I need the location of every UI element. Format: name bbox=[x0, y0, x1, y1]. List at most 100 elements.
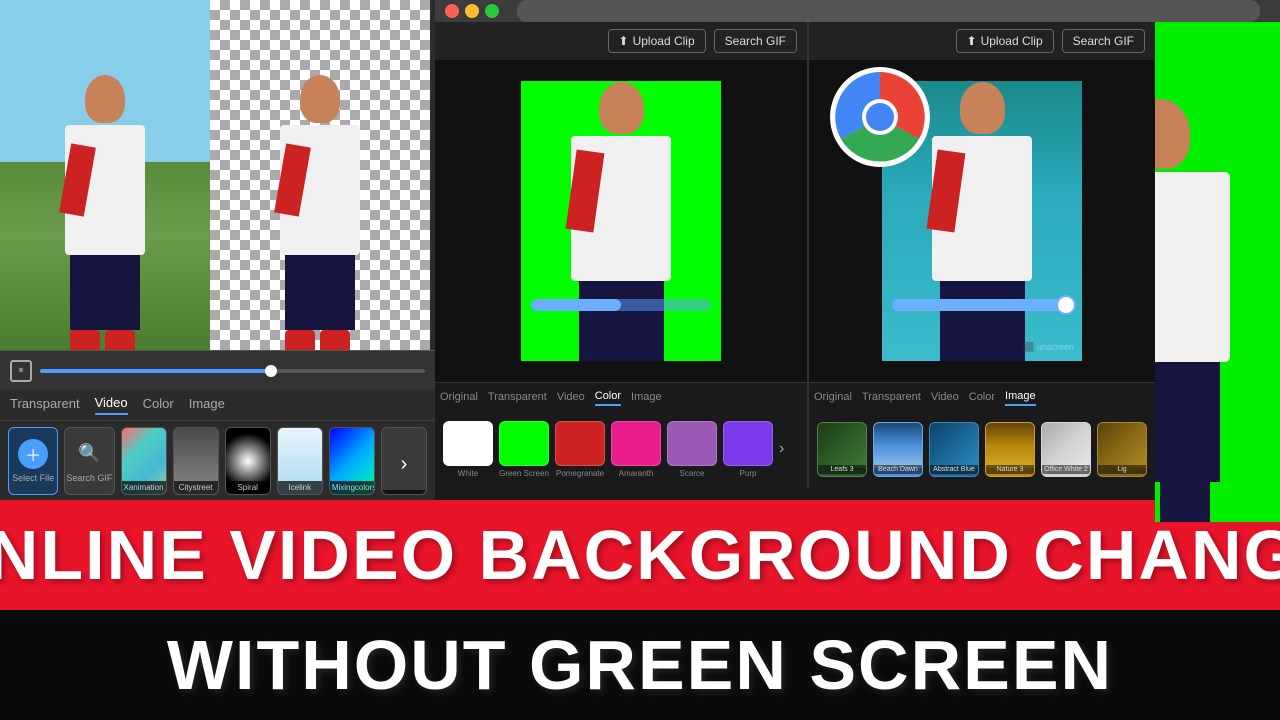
browser-window-controls bbox=[445, 4, 499, 18]
swatch-leafs3[interactable]: Leafs 3 bbox=[817, 422, 867, 477]
close-btn[interactable] bbox=[445, 4, 459, 18]
tab-transparent[interactable]: Transparent bbox=[10, 396, 80, 414]
swatch-lig-img bbox=[1098, 423, 1146, 468]
swatch-beachdawn-label: Beach Dawn bbox=[874, 465, 922, 474]
swatch-amaranth-color[interactable] bbox=[611, 421, 661, 466]
video-progress-left bbox=[531, 299, 711, 311]
black-banner: WITHOUT GREEN SCREEN bbox=[0, 610, 1280, 720]
thumbnail-icelink[interactable]: Icelink bbox=[277, 427, 323, 495]
thumbnail-label: Xanimation bbox=[122, 481, 166, 494]
swatch-amaranth-label: Amaranth bbox=[619, 469, 654, 478]
btab-video-left[interactable]: Video bbox=[557, 391, 585, 405]
right-green-panel bbox=[1155, 22, 1280, 522]
swatch-scarce-label: Scarce bbox=[680, 469, 705, 478]
swatch-nature3-label: Nature 3 bbox=[986, 465, 1034, 474]
browser-content-area: ⬆ Upload Clip Search GIF bbox=[435, 22, 1280, 522]
swatch-beachdawn-img bbox=[874, 423, 922, 468]
browser-section: ⬆ Upload Clip Search GIF bbox=[435, 0, 1280, 500]
swatch-officewhite2-img bbox=[1042, 423, 1090, 468]
search-gif-button[interactable]: 🔍 Search GIF bbox=[64, 427, 114, 495]
address-bar[interactable] bbox=[517, 0, 1260, 22]
upload-icon-right: ⬆ bbox=[967, 34, 977, 48]
preview-transparent bbox=[210, 0, 430, 350]
thumbnail-mixingcolors[interactable]: Mixingcolors bbox=[329, 427, 375, 495]
maximize-btn[interactable] bbox=[485, 4, 499, 18]
scrubber-fill bbox=[40, 369, 271, 373]
btab-image-left[interactable]: Image bbox=[631, 391, 662, 405]
browser-top-bar bbox=[435, 0, 1280, 22]
swatch-pomegranate-color[interactable] bbox=[555, 421, 605, 466]
thumbnail-label: Citystreet bbox=[174, 481, 218, 494]
tab-video[interactable]: Video bbox=[95, 395, 128, 415]
swatch-pomegranate: Pomegranate bbox=[555, 421, 605, 478]
swatch-abstractblue-label: Abstract Blue bbox=[930, 465, 978, 474]
swatches-next-arrow[interactable]: › bbox=[779, 440, 799, 460]
chrome-logo-svg bbox=[825, 62, 935, 172]
search-gif-label: Search GIF bbox=[66, 473, 112, 483]
swatch-leafs3-img bbox=[818, 423, 866, 468]
red-banner-text: ONLINE VIDEO BACKGROUND CHANGE bbox=[0, 515, 1280, 595]
thumbnail-label: Icelink bbox=[278, 481, 322, 494]
progress-thumb-right bbox=[1056, 295, 1076, 315]
upload-clip-button-right[interactable]: ⬆ Upload Clip bbox=[956, 29, 1054, 53]
swatch-lig[interactable]: Lig bbox=[1097, 422, 1147, 477]
swatch-leafs3-label: Leafs 3 bbox=[818, 465, 866, 474]
chrome-logo-overlay bbox=[825, 62, 935, 172]
swatch-white-color[interactable] bbox=[443, 421, 493, 466]
thumbnail-more[interactable]: › bbox=[381, 427, 427, 495]
swatch-lig-label: Lig bbox=[1098, 465, 1146, 474]
pause-button[interactable]: ⏸ bbox=[10, 360, 32, 382]
swatch-abstractblue[interactable]: Abstract Blue bbox=[929, 422, 979, 477]
btab-transparent-left[interactable]: Transparent bbox=[488, 391, 547, 405]
thumbnail-xanimation[interactable]: Xanimation bbox=[121, 427, 167, 495]
search-gif-button-right[interactable]: Search GIF bbox=[1062, 29, 1145, 53]
video-progress-fill-left bbox=[531, 299, 621, 311]
swatch-officewhite2-label: Office White 2 bbox=[1042, 465, 1090, 474]
color-swatches: White Green Screen Pomegranate Amaranth bbox=[435, 412, 807, 487]
btab-color-right[interactable]: Color bbox=[969, 391, 995, 405]
btab-transparent-right[interactable]: Transparent bbox=[862, 391, 921, 405]
unscreen-watermark: ⬛ unscreen bbox=[1023, 342, 1074, 353]
browser-tabs-left: Original Transparent Video Color Image bbox=[435, 382, 807, 412]
swatch-greenscreen-label: Green Screen bbox=[499, 469, 549, 478]
thumbnail-citystreet[interactable]: Citystreet bbox=[173, 427, 219, 495]
image-swatches: Leafs 3 Beach Dawn Abstract Blue Nature … bbox=[809, 412, 1155, 487]
swatch-greenscreen-color[interactable] bbox=[499, 421, 549, 466]
more-icon: › bbox=[382, 440, 426, 490]
swatch-beachdawn[interactable]: Beach Dawn bbox=[873, 422, 923, 477]
upload-clip-button-left[interactable]: ⬆ Upload Clip bbox=[608, 29, 706, 53]
black-banner-text: WITHOUT GREEN SCREEN bbox=[167, 625, 1113, 705]
thumbnail-label: Mixingcolors bbox=[330, 481, 374, 494]
swatch-purp-color[interactable] bbox=[723, 421, 773, 466]
swatch-scarce-color[interactable] bbox=[667, 421, 717, 466]
swatch-white-label: White bbox=[458, 469, 478, 478]
preview-original bbox=[0, 0, 210, 350]
tab-color[interactable]: Color bbox=[143, 396, 174, 414]
video-progress-fill-right bbox=[892, 299, 1070, 311]
swatch-purp-label: Purp bbox=[740, 469, 757, 478]
scrubber-thumb bbox=[265, 365, 277, 377]
swatch-nature3-img bbox=[986, 423, 1034, 468]
minimize-btn[interactable] bbox=[465, 4, 479, 18]
swatch-greenscreen: Green Screen bbox=[499, 421, 549, 478]
btab-original-right[interactable]: Original bbox=[814, 391, 852, 405]
btab-original-left[interactable]: Original bbox=[440, 391, 478, 405]
btab-color-left[interactable]: Color bbox=[595, 390, 621, 406]
scrubber[interactable] bbox=[40, 369, 425, 373]
btab-video-right[interactable]: Video bbox=[931, 391, 959, 405]
search-gif-button-left[interactable]: Search GIF bbox=[714, 29, 797, 53]
panel-toolbar-right: ⬆ Upload Clip Search GIF bbox=[809, 22, 1155, 60]
tab-image[interactable]: Image bbox=[189, 396, 225, 414]
swatch-amaranth: Amaranth bbox=[611, 421, 661, 478]
panel-toolbar-left: ⬆ Upload Clip Search GIF bbox=[435, 22, 807, 60]
swatch-officewhite2[interactable]: Office White 2 bbox=[1041, 422, 1091, 477]
swatch-nature3[interactable]: Nature 3 bbox=[985, 422, 1035, 477]
search-icon: 🔍 bbox=[74, 439, 104, 469]
swatch-scarce: Scarce bbox=[667, 421, 717, 478]
timeline-bar: ⏸ bbox=[0, 350, 435, 390]
select-file-button[interactable]: ＋ Select File bbox=[8, 427, 58, 495]
btab-image-right[interactable]: Image bbox=[1005, 390, 1036, 406]
thumbnail-spiral[interactable]: Spiral bbox=[225, 427, 271, 495]
chrome-center-blue bbox=[866, 103, 894, 131]
swatch-white: White bbox=[443, 421, 493, 478]
